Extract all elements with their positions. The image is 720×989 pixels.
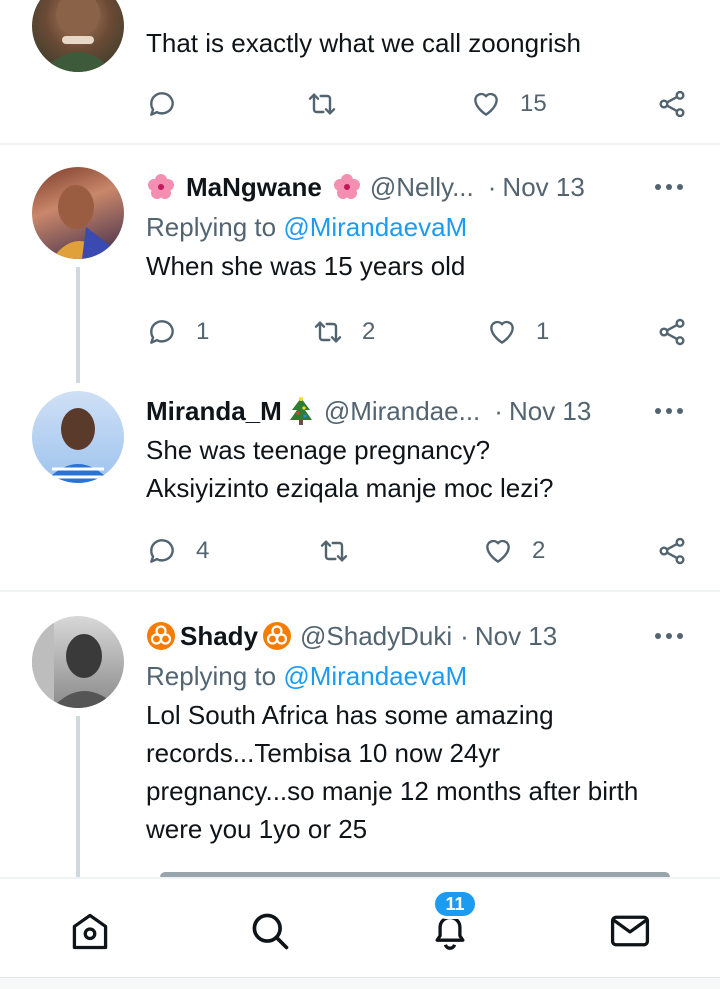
hibiscus-icon [332,172,362,202]
biohazard-icon [262,621,292,651]
share-icon [659,318,685,346]
share-button[interactable] [656,531,688,571]
mention-link[interactable]: @MirandaevaM [283,661,467,691]
like-button[interactable]: 1 [486,312,549,352]
tweet-date[interactable]: Nov 13 [502,172,584,203]
more-options-icon[interactable] [654,391,684,431]
separator-dot: · [487,171,497,202]
display-name[interactable]: Miranda_M [146,396,282,427]
reply-button[interactable]: 4 [146,531,209,571]
tweet-text: Lol South Africa has some amazing record… [146,700,639,844]
tweet-text: That is exactly what we call zoongrish [146,28,581,58]
christmas-tree-icon [286,396,316,426]
reply-icon [150,92,174,116]
hibiscus-icon [146,172,176,202]
tweet-date[interactable]: Nov 13 [475,621,557,652]
nav-messages[interactable] [608,909,652,953]
share-button[interactable] [656,312,688,352]
thread-line [76,716,80,877]
reply-button[interactable]: 1 [146,312,209,352]
display-name[interactable]: Shady [180,621,258,652]
notification-badge: 11 [432,889,478,919]
user-handle[interactable]: @ShadyDuki [300,621,452,652]
bottom-nav: 11 [0,877,720,977]
retweet-icon [308,93,336,115]
system-bar-edge [0,977,720,989]
nav-notifications[interactable]: 11 [428,889,478,953]
reply-button[interactable] [146,84,196,124]
avatar[interactable] [32,0,124,72]
like-button[interactable]: 2 [482,531,545,571]
tweet-2[interactable]: Miranda_M @Mirandae... · Nov 13 She was … [0,385,720,590]
mention-link[interactable]: @MirandaevaM [283,212,467,242]
avatar[interactable] [32,167,124,259]
reply-icon [150,539,174,563]
nav-search[interactable] [248,909,292,953]
tweet-0[interactable]: That is exactly what we call zoongrish 1… [0,0,720,143]
heart-icon [490,320,514,344]
share-icon [659,90,685,118]
tweet-text: When she was 15 years old [146,251,466,281]
messages-icon [610,915,650,947]
share-button[interactable] [656,84,688,124]
separator-dot: · [460,620,469,651]
thread-line [76,267,80,383]
retweet-button[interactable] [306,84,356,124]
share-icon [659,537,685,565]
replying-to: Replying to @MirandaevaM [146,661,468,691]
retweet-button[interactable] [318,531,368,571]
nav-home[interactable] [68,909,112,953]
more-options-icon[interactable] [654,616,684,656]
user-handle[interactable]: @Nelly... [370,172,474,203]
separator-dot: · [494,395,503,426]
tweet-1[interactable]: MaNgwane @Nelly... · Nov 13 Replying to … [0,145,720,385]
reply-icon [150,320,174,344]
display-name[interactable]: MaNgwane [186,172,322,203]
more-options-icon[interactable] [654,167,684,207]
search-icon [252,913,289,950]
avatar[interactable] [32,391,124,483]
retweet-icon [314,321,342,343]
heart-icon [486,539,510,563]
tweet-date[interactable]: Nov 13 [509,396,591,427]
like-button[interactable]: 15 [470,84,547,124]
home-icon [72,913,108,950]
tweet-3[interactable]: Shady @ShadyDuki · Nov 13 Replying to @M… [0,592,720,877]
retweet-button[interactable]: 2 [312,312,375,352]
biohazard-icon [146,621,176,651]
user-handle[interactable]: @Mirandae... [324,396,480,427]
replying-to: Replying to @MirandaevaM [146,212,468,242]
tweet-text: She was teenage pregnancy? Aksiyizinto e… [146,435,554,503]
avatar[interactable] [32,616,124,708]
heart-icon [474,92,498,116]
retweet-icon [320,540,348,562]
